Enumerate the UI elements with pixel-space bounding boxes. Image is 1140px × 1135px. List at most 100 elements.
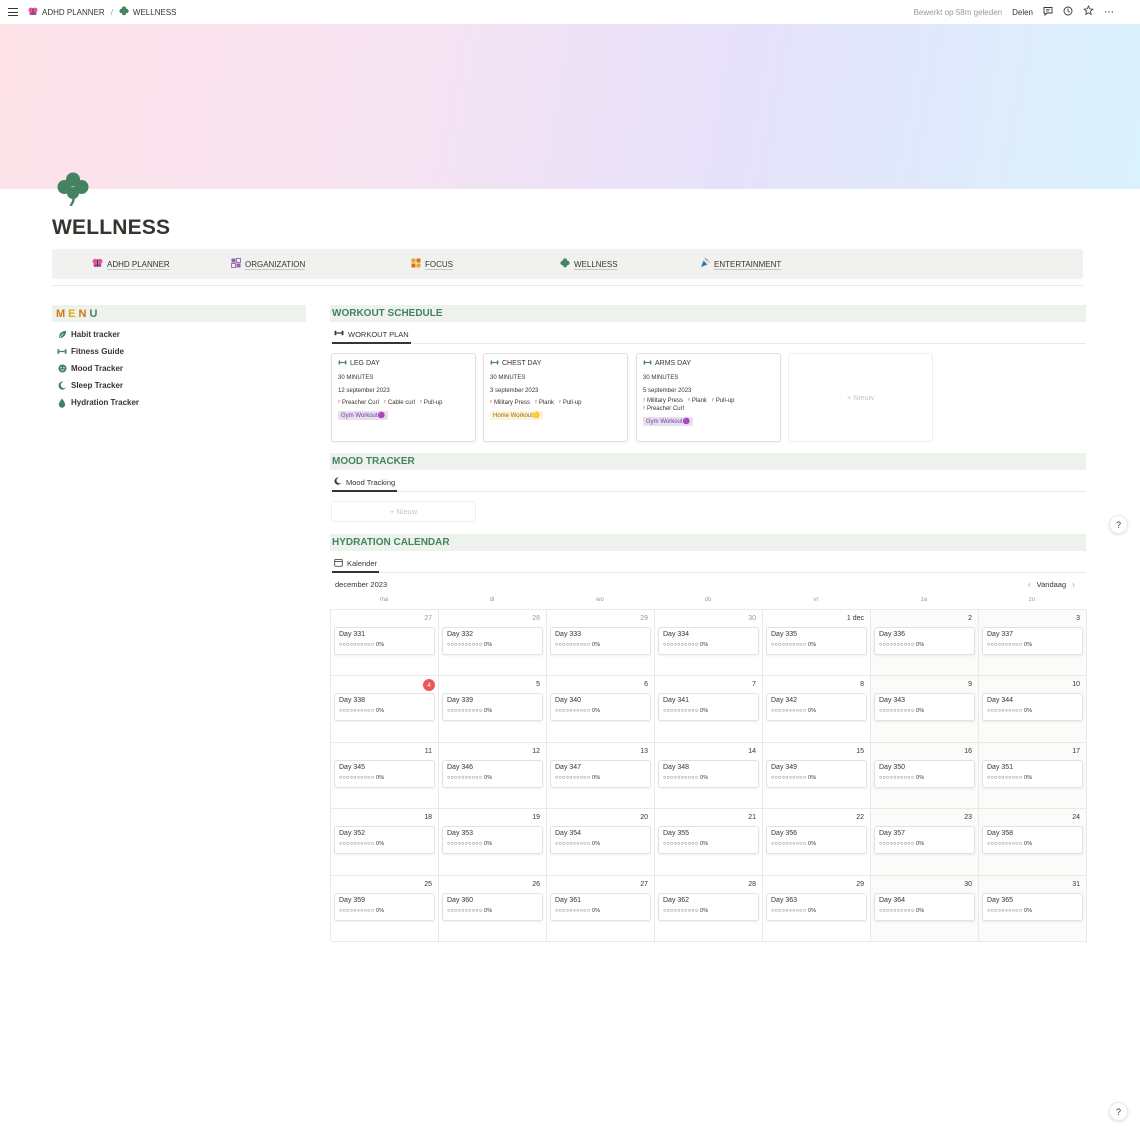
calendar-day-cell[interactable]: 2 Day 336 ○○○○○○○○○○ 0% (871, 610, 979, 677)
clock-icon[interactable] (1063, 6, 1073, 19)
hydration-entry-card[interactable]: Day 341 ○○○○○○○○○○ 0% (658, 693, 759, 722)
star-icon[interactable] (1083, 5, 1094, 19)
hydration-entry-card[interactable]: Day 349 ○○○○○○○○○○ 0% (766, 759, 867, 788)
calendar-day-cell[interactable]: 28 Day 332 ○○○○○○○○○○ 0% (439, 610, 547, 677)
hydration-entry-card[interactable]: Day 335 ○○○○○○○○○○ 0% (766, 627, 867, 655)
menu-item-sleep-tracker[interactable]: Sleep Tracker (57, 377, 139, 394)
breadcrumb-item-adhd-planner[interactable]: ADHD PLANNER (28, 7, 105, 18)
hydration-entry-card[interactable]: Day 333 ○○○○○○○○○○ 0% (550, 627, 651, 655)
calendar-day-cell[interactable]: 19 Day 353 ○○○○○○○○○○ 0% (439, 809, 547, 876)
calendar-day-cell[interactable]: 1 dec Day 335 ○○○○○○○○○○ 0% (763, 610, 871, 677)
calendar-day-cell[interactable]: 13 Day 347 ○○○○○○○○○○ 0% (547, 742, 655, 810)
menu-item-habit-tracker[interactable]: Habit tracker (57, 326, 139, 343)
nav-item-adhd-planner[interactable]: ADHD PLANNER (92, 258, 170, 270)
calendar-day-cell[interactable]: 17 Day 351 ○○○○○○○○○○ 0% (979, 742, 1087, 810)
hydration-entry-card[interactable]: Day 363 ○○○○○○○○○○ 0% (766, 892, 867, 921)
calendar-day-cell[interactable]: 20 Day 354 ○○○○○○○○○○ 0% (547, 809, 655, 876)
hydration-entry-card[interactable]: Day 352 ○○○○○○○○○○ 0% (334, 826, 435, 855)
help-button[interactable]: ? (1109, 1102, 1128, 1121)
calendar-day-cell[interactable]: 23 Day 357 ○○○○○○○○○○ 0% (871, 809, 979, 876)
calendar-day-cell[interactable]: 9 Day 343 ○○○○○○○○○○ 0% (871, 676, 979, 743)
hydration-entry-card[interactable]: Day 353 ○○○○○○○○○○ 0% (442, 826, 543, 855)
calendar-day-cell[interactable]: 12 Day 346 ○○○○○○○○○○ 0% (439, 742, 547, 810)
calendar-day-cell[interactable]: 21 Day 355 ○○○○○○○○○○ 0% (655, 809, 763, 876)
hydration-entry-card[interactable]: Day 364 ○○○○○○○○○○ 0% (874, 892, 975, 921)
calendar-day-cell[interactable]: 14 Day 348 ○○○○○○○○○○ 0% (655, 742, 763, 810)
hydration-entry-card[interactable]: Day 355 ○○○○○○○○○○ 0% (658, 826, 759, 855)
nav-item-focus[interactable]: FOCUS (411, 258, 453, 270)
hydration-entry-card[interactable]: Day 332 ○○○○○○○○○○ 0% (442, 627, 543, 655)
hydration-entry-card[interactable]: Day 343 ○○○○○○○○○○ 0% (874, 693, 975, 722)
comment-icon[interactable] (1043, 6, 1053, 19)
hydration-entry-card[interactable]: Day 362 ○○○○○○○○○○ 0% (658, 892, 759, 921)
calendar-day-cell[interactable]: 25 Day 359 ○○○○○○○○○○ 0% (331, 875, 439, 942)
chevron-right-icon[interactable]: › (1072, 580, 1075, 589)
nav-item-wellness[interactable]: WELLNESS (560, 258, 618, 270)
calendar-day-cell[interactable]: 6 Day 340 ○○○○○○○○○○ 0% (547, 676, 655, 743)
hydration-entry-card[interactable]: Day 346 ○○○○○○○○○○ 0% (442, 759, 543, 788)
hydration-entry-card[interactable]: Day 331 ○○○○○○○○○○ 0% (334, 627, 435, 655)
calendar-day-cell[interactable]: 29 Day 333 ○○○○○○○○○○ 0% (547, 610, 655, 677)
hydration-entry-card[interactable]: Day 359 ○○○○○○○○○○ 0% (334, 892, 435, 921)
hydration-entry-card[interactable]: Day 347 ○○○○○○○○○○ 0% (550, 759, 651, 788)
calendar-day-cell[interactable]: 8 Day 342 ○○○○○○○○○○ 0% (763, 676, 871, 743)
hydration-entry-card[interactable]: Day 348 ○○○○○○○○○○ 0% (658, 759, 759, 788)
hydration-entry-card[interactable]: Day 351 ○○○○○○○○○○ 0% (982, 759, 1083, 788)
calendar-day-cell[interactable]: 27 Day 361 ○○○○○○○○○○ 0% (547, 875, 655, 942)
workout-card-chest-day[interactable]: CHEST DAY 30 MINUTES 3 september 2023 ᵞM… (483, 353, 628, 442)
tab-mood-tracking[interactable]: Mood Tracking (332, 474, 398, 492)
share-button[interactable]: Delen (1012, 8, 1033, 17)
menu-item-mood-tracker[interactable]: Mood Tracker (57, 360, 139, 377)
calendar-day-cell[interactable]: 3 Day 337 ○○○○○○○○○○ 0% (979, 610, 1087, 677)
calendar-day-cell[interactable]: 10 Day 344 ○○○○○○○○○○ 0% (979, 676, 1087, 743)
hydration-entry-card[interactable]: Day 356 ○○○○○○○○○○ 0% (766, 826, 867, 855)
menu-toggle-icon[interactable] (8, 8, 18, 16)
hydration-entry-card[interactable]: Day 360 ○○○○○○○○○○ 0% (442, 892, 543, 921)
hydration-entry-card[interactable]: Day 344 ○○○○○○○○○○ 0% (982, 693, 1083, 722)
hydration-entry-card[interactable]: Day 334 ○○○○○○○○○○ 0% (658, 627, 759, 655)
hydration-entry-card[interactable]: Day 342 ○○○○○○○○○○ 0% (766, 693, 867, 722)
workout-card-leg-day[interactable]: LEG DAY 30 MINUTES 12 september 2023 ᵞ Pr… (331, 353, 476, 442)
hydration-entry-card[interactable]: Day 337 ○○○○○○○○○○ 0% (982, 627, 1083, 655)
breadcrumb-item-wellness[interactable]: WELLNESS (119, 6, 177, 18)
nav-item-entertainment[interactable]: ENTERTAINMENT (700, 258, 781, 270)
calendar-day-cell[interactable]: 5 Day 339 ○○○○○○○○○○ 0% (439, 676, 547, 743)
calendar-day-cell[interactable]: 30 Day 334 ○○○○○○○○○○ 0% (655, 610, 763, 677)
calendar-day-cell[interactable]: 29 Day 363 ○○○○○○○○○○ 0% (763, 875, 871, 942)
hydration-entry-card[interactable]: Day 345 ○○○○○○○○○○ 0% (334, 759, 435, 788)
hydration-entry-card[interactable]: Day 357 ○○○○○○○○○○ 0% (874, 826, 975, 855)
today-button[interactable]: Vandaag (1037, 580, 1066, 589)
new-workout-button[interactable]: + Nieuw (788, 353, 933, 442)
more-options-icon[interactable]: ⋯ (1104, 7, 1114, 18)
hydration-entry-card[interactable]: Day 354 ○○○○○○○○○○ 0% (550, 826, 651, 855)
chevron-left-icon[interactable]: ‹ (1028, 580, 1031, 589)
calendar-day-cell[interactable]: 18 Day 352 ○○○○○○○○○○ 0% (331, 809, 439, 876)
nav-item-organization[interactable]: ORGANIZATION (231, 258, 305, 270)
clover-icon[interactable] (55, 170, 91, 207)
help-button[interactable]: ? (1109, 515, 1128, 534)
menu-item-hydration-tracker[interactable]: Hydration Tracker (57, 394, 139, 411)
hydration-entry-card[interactable]: Day 365 ○○○○○○○○○○ 0% (982, 892, 1083, 921)
calendar-day-cell[interactable]: 11 Day 345 ○○○○○○○○○○ 0% (331, 742, 439, 810)
tab-kalender[interactable]: Kalender (332, 555, 380, 573)
calendar-day-cell[interactable]: 27 Day 331 ○○○○○○○○○○ 0% (331, 610, 439, 677)
hydration-entry-card[interactable]: Day 350 ○○○○○○○○○○ 0% (874, 759, 975, 788)
calendar-day-cell[interactable]: 7 Day 341 ○○○○○○○○○○ 0% (655, 676, 763, 743)
calendar-day-cell[interactable]: 15 Day 349 ○○○○○○○○○○ 0% (763, 742, 871, 810)
calendar-day-cell[interactable]: 31 Day 365 ○○○○○○○○○○ 0% (979, 875, 1087, 942)
hydration-entry-card[interactable]: Day 338 ○○○○○○○○○○ 0% (334, 693, 435, 722)
new-mood-entry-button[interactable]: + Nieuw (331, 501, 476, 522)
workout-card-arms-day[interactable]: ARMS DAY 30 MINUTES 5 september 2023 ᵞ Mi… (636, 353, 781, 442)
calendar-day-cell[interactable]: 22 Day 356 ○○○○○○○○○○ 0% (763, 809, 871, 876)
hydration-entry-card[interactable]: Day 340 ○○○○○○○○○○ 0% (550, 693, 651, 722)
calendar-day-cell[interactable]: 28 Day 362 ○○○○○○○○○○ 0% (655, 875, 763, 942)
hydration-entry-card[interactable]: Day 339 ○○○○○○○○○○ 0% (442, 693, 543, 722)
menu-item-fitness-guide[interactable]: Fitness Guide (57, 343, 139, 360)
calendar-day-cell[interactable]: 30 Day 364 ○○○○○○○○○○ 0% (871, 875, 979, 942)
tab-workout-plan[interactable]: WORKOUT PLAN (332, 326, 411, 344)
hydration-entry-card[interactable]: Day 358 ○○○○○○○○○○ 0% (982, 826, 1083, 855)
calendar-day-cell[interactable]: 4 Day 338 ○○○○○○○○○○ 0% (331, 676, 439, 743)
hydration-entry-card[interactable]: Day 336 ○○○○○○○○○○ 0% (874, 627, 975, 655)
hydration-entry-card[interactable]: Day 361 ○○○○○○○○○○ 0% (550, 892, 651, 921)
calendar-day-cell[interactable]: 16 Day 350 ○○○○○○○○○○ 0% (871, 742, 979, 810)
